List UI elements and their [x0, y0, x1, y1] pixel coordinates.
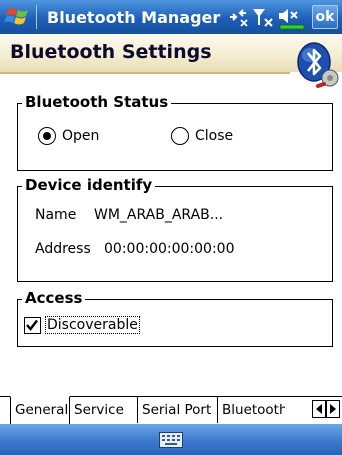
title-bar: Bluetooth Manager ok — [0, 0, 342, 34]
tab-service[interactable]: Service — [70, 397, 138, 423]
signal-off-icon[interactable] — [250, 5, 276, 29]
device-identify-group: Device identify Name WM_ARAB_ARAB... Add… — [17, 176, 333, 282]
name-value: WM_ARAB_ARAB... — [94, 207, 224, 223]
tab-bluetooth-h[interactable]: Bluetooth H — [218, 397, 285, 423]
tab-scroll-right-button[interactable] — [326, 400, 340, 418]
bluetooth-status-title: Bluetooth Status — [22, 93, 172, 111]
device-identify-title: Device identify — [22, 176, 156, 194]
arrow-left-icon — [316, 404, 322, 414]
name-label: Name — [35, 207, 77, 223]
bluetooth-status-group: Bluetooth Status Open Close — [17, 93, 333, 171]
ok-button[interactable]: ok — [312, 5, 338, 29]
title-separator — [36, 5, 37, 29]
page-header: Bluetooth Settings — [0, 34, 342, 72]
open-radio-dot — [42, 131, 51, 140]
tab-scroll-left-button[interactable] — [312, 400, 326, 418]
system-tray — [226, 4, 306, 30]
discoverable-label[interactable]: Discoverable — [45, 316, 140, 334]
access-group: Access Discoverable — [17, 289, 333, 347]
open-radio[interactable] — [38, 127, 56, 145]
keyboard-icon[interactable] — [159, 432, 183, 448]
windows-start-icon[interactable] — [4, 4, 32, 30]
bottom-menu-bar — [0, 424, 342, 455]
checkmark-icon — [26, 319, 38, 331]
connectivity-icon[interactable] — [226, 5, 250, 29]
header-divider — [0, 72, 290, 74]
close-label[interactable]: Close — [195, 128, 233, 144]
volume-off-icon[interactable] — [276, 4, 306, 30]
page-title: Bluetooth Settings — [10, 41, 212, 63]
access-title: Access — [22, 289, 86, 307]
address-value: 00:00:00:00:00:00 — [104, 241, 235, 257]
bluetooth-logo-icon — [297, 42, 339, 88]
tab-general[interactable]: General — [10, 396, 70, 424]
arrow-right-icon — [330, 404, 336, 414]
close-radio[interactable] — [171, 127, 189, 145]
tab-bar: General Service Serial Port Bluetooth H — [0, 396, 342, 424]
discoverable-checkbox[interactable] — [24, 317, 41, 334]
tab-serial-port[interactable]: Serial Port — [138, 397, 218, 423]
app-title: Bluetooth Manager — [47, 7, 221, 27]
open-label[interactable]: Open — [62, 128, 99, 144]
address-label: Address — [35, 241, 91, 257]
